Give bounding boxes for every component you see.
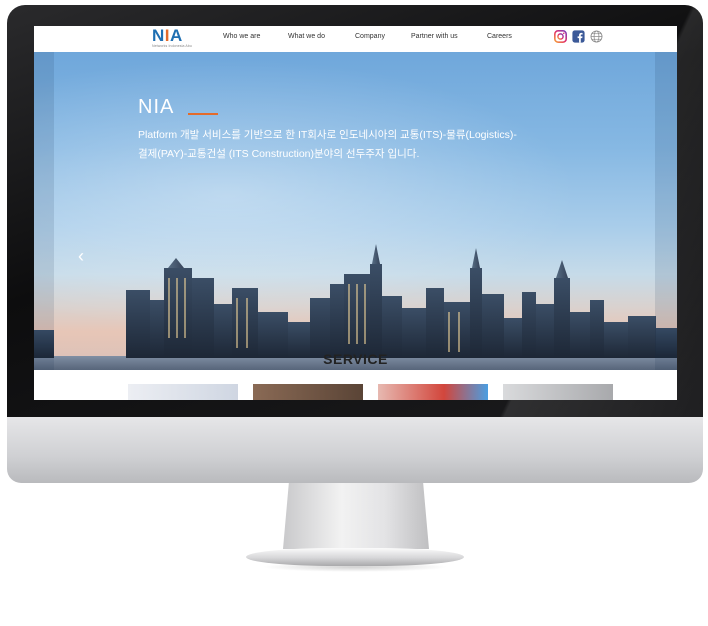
logo-letter-n: N: [152, 26, 165, 45]
hero-description-line-1: Platform 개발 서비스를 기반으로 한 IT회사로 인도네시아의 교통(…: [138, 129, 517, 141]
logo-tagline: Networks Indonesia Abu: [152, 44, 192, 48]
facebook-icon[interactable]: [572, 30, 585, 43]
nav-what-we-do[interactable]: What we do: [288, 33, 325, 40]
hero-description: Platform 개발 서비스를 기반으로 한 IT회사로 인도네시아의 교통(…: [138, 126, 578, 164]
website-screen: NIA Networks Indonesia Abu Who we are Wh…: [34, 26, 677, 400]
service-card-2[interactable]: [253, 384, 363, 400]
nav-company[interactable]: Company: [355, 33, 385, 40]
slider-prev-arrow-icon[interactable]: ‹: [78, 246, 92, 266]
service-card-1[interactable]: [128, 384, 238, 400]
hero-slider: NIA Platform 개발 서비스를 기반으로 한 IT회사로 인도네시아의…: [34, 52, 677, 370]
site-header: NIA Networks Indonesia Abu Who we are Wh…: [34, 26, 677, 52]
service-card-3[interactable]: [378, 384, 488, 400]
service-card-4[interactable]: [503, 384, 613, 400]
nav-careers[interactable]: Careers: [487, 33, 512, 40]
nav-partner-with-us[interactable]: Partner with us: [411, 33, 458, 40]
service-section-title: SERVICE: [323, 351, 388, 367]
instagram-icon[interactable]: [554, 30, 567, 43]
monitor-chin: [7, 417, 703, 483]
monitor-stand-base: [246, 548, 464, 566]
logo-wordmark: NIA: [152, 27, 183, 44]
logo-letter-a: A: [170, 26, 183, 45]
hero-title: NIA: [138, 96, 175, 118]
slider-edge-right: [655, 52, 677, 370]
hero-title-underline: [188, 113, 218, 115]
globe-icon[interactable]: [590, 30, 603, 43]
nav-who-we-are[interactable]: Who we are: [223, 33, 260, 40]
service-cards: [34, 384, 677, 400]
hero-description-line-2: 결제(PAY)-교통건설 (ITS Construction)분야의 선두주자 …: [138, 148, 420, 160]
slider-edge-left: [34, 52, 54, 370]
nia-logo[interactable]: NIA Networks Indonesia Abu: [152, 27, 198, 49]
monitor-stand-neck: [283, 483, 429, 549]
